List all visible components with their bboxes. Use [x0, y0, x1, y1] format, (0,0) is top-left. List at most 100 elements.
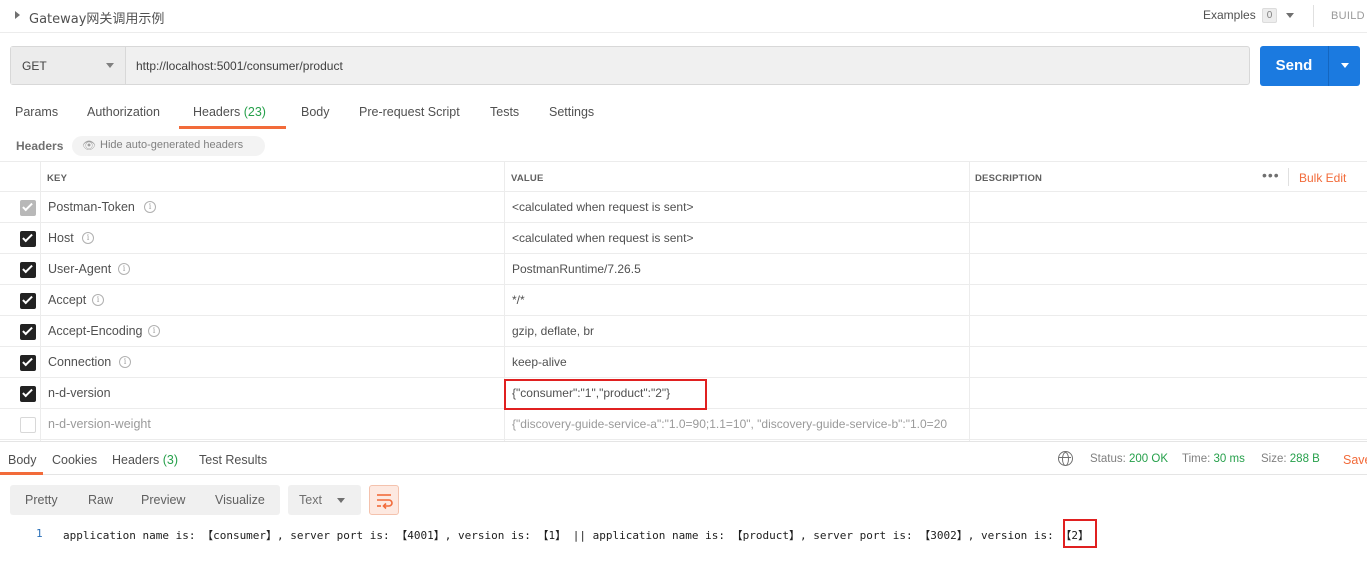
response-tab-body[interactable]: Body: [8, 453, 37, 467]
examples-dropdown-icon[interactable]: [1286, 13, 1294, 18]
row-checkbox[interactable]: [20, 355, 36, 371]
response-tab-headers[interactable]: Headers (3): [112, 453, 178, 467]
response-tab-bar: Body Cookies Headers (3) Test Results St…: [0, 441, 1367, 475]
info-icon[interactable]: i: [144, 201, 156, 213]
hide-auto-headers-label: Hide auto-generated headers: [100, 139, 244, 151]
info-icon[interactable]: i: [92, 294, 104, 306]
tab-headers-label: Headers: [193, 105, 241, 119]
highlight-box: [504, 379, 707, 410]
header-value[interactable]: gzip, deflate, br: [512, 324, 594, 338]
status-readout: Status: 200 OK: [1090, 453, 1168, 465]
send-options-icon[interactable]: [1341, 63, 1349, 68]
active-tab-indicator: [0, 472, 43, 475]
divider: [1313, 5, 1314, 27]
hide-auto-headers-button[interactable]: 👁 Hide auto-generated headers: [72, 136, 265, 156]
header-key[interactable]: Connection: [48, 355, 111, 369]
row-checkbox[interactable]: [20, 231, 36, 247]
format-visualize[interactable]: Visualize: [215, 493, 265, 507]
send-label: Send: [1275, 57, 1313, 74]
method-label: GET: [22, 59, 47, 73]
table-row: User-Agent i PostmanRuntime/7.26.5: [0, 254, 1367, 285]
checkmark-icon: [22, 262, 33, 274]
header-key[interactable]: Host: [48, 231, 74, 245]
checkmark-icon: [22, 200, 33, 212]
send-button[interactable]: Send: [1260, 46, 1360, 86]
table-row: Connection i keep-alive: [0, 347, 1367, 378]
format-preview[interactable]: Preview: [141, 493, 185, 507]
tab-params[interactable]: Params: [15, 105, 58, 119]
status-value: 200 OK: [1129, 453, 1169, 465]
expand-caret-icon[interactable]: [15, 11, 20, 19]
header-key[interactable]: n-d-version-weight: [48, 417, 151, 431]
tab-settings[interactable]: Settings: [549, 105, 594, 119]
checkmark-icon: [22, 293, 33, 305]
header-key[interactable]: Accept-Encoding: [48, 324, 143, 338]
bulk-edit-button[interactable]: Bulk Edit: [1299, 171, 1346, 185]
status-label: Status:: [1090, 453, 1126, 465]
response-body-text[interactable]: application name is: 【consumer】, server …: [63, 527, 1089, 543]
headers-section-label: Headers: [16, 139, 64, 153]
request-header-bar: Gateway网关调用示例 Examples 0 BUILD: [0, 0, 1367, 33]
url-input[interactable]: [136, 59, 1236, 73]
response-tab-cookies[interactable]: Cookies: [52, 453, 97, 467]
info-icon[interactable]: i: [82, 232, 94, 244]
request-title[interactable]: Gateway网关调用示例: [29, 8, 164, 27]
time-readout: Time: 30 ms: [1182, 453, 1245, 465]
column-header-key: KEY: [47, 173, 68, 184]
build-button[interactable]: BUILD: [1331, 10, 1365, 22]
column-header-description: DESCRIPTION: [975, 173, 1043, 184]
tab-authorization[interactable]: Authorization: [87, 105, 160, 119]
row-checkbox[interactable]: [20, 293, 36, 309]
header-value[interactable]: {"discovery-guide-service-a":"1.0=90;1.1…: [512, 417, 962, 431]
time-label: Time:: [1182, 453, 1211, 465]
format-pretty[interactable]: Pretty: [25, 493, 58, 507]
header-key[interactable]: User-Agent: [48, 262, 111, 276]
table-row: Accept-Encoding i gzip, deflate, br: [0, 316, 1367, 347]
info-icon[interactable]: i: [119, 356, 131, 368]
table-row: Accept i */*: [0, 285, 1367, 316]
row-checkbox[interactable]: [20, 417, 36, 433]
language-select[interactable]: Text: [288, 485, 361, 515]
header-value[interactable]: <calculated when request is sent>: [512, 200, 693, 214]
method-select[interactable]: GET: [11, 47, 126, 84]
info-icon[interactable]: i: [148, 325, 160, 337]
row-checkbox[interactable]: [20, 386, 36, 402]
url-bar: GET: [10, 46, 1250, 85]
send-divider: [1328, 46, 1329, 86]
line-number: 1: [36, 527, 43, 540]
response-tab-test-results[interactable]: Test Results: [199, 453, 267, 467]
examples-count-badge: 0: [1262, 8, 1277, 23]
more-options-icon[interactable]: •••: [1262, 167, 1280, 183]
wrap-lines-button[interactable]: [369, 485, 399, 515]
header-key[interactable]: Accept: [48, 293, 86, 307]
row-checkbox[interactable]: [20, 200, 36, 216]
tab-body[interactable]: Body: [301, 105, 330, 119]
row-checkbox[interactable]: [20, 262, 36, 278]
chevron-down-icon: [106, 63, 114, 68]
header-key[interactable]: n-d-version: [48, 386, 111, 400]
checkmark-icon: [22, 231, 33, 243]
save-response-button[interactable]: Save: [1343, 453, 1367, 467]
globe-icon[interactable]: [1058, 451, 1073, 466]
tab-headers[interactable]: Headers (23): [193, 105, 266, 119]
row-checkbox[interactable]: [20, 324, 36, 340]
header-value[interactable]: PostmanRuntime/7.26.5: [512, 262, 641, 276]
format-raw[interactable]: Raw: [88, 493, 113, 507]
divider: [1288, 168, 1289, 186]
examples-label[interactable]: Examples: [1203, 8, 1256, 22]
tab-pre-request-script[interactable]: Pre-request Script: [359, 105, 460, 119]
size-label: Size:: [1261, 453, 1287, 465]
checkmark-icon: [22, 324, 33, 336]
info-icon[interactable]: i: [118, 263, 130, 275]
tab-headers-count: (23): [243, 105, 266, 119]
eye-slash-icon: 👁: [82, 140, 96, 152]
table-row: Postman-Token i <calculated when request…: [0, 192, 1367, 223]
header-value[interactable]: <calculated when request is sent>: [512, 231, 693, 245]
size-readout: Size: 288 B: [1261, 453, 1320, 465]
response-tab-headers-count: (3): [162, 453, 179, 467]
tab-tests[interactable]: Tests: [490, 105, 519, 119]
column-header-value: VALUE: [511, 173, 544, 184]
header-value[interactable]: keep-alive: [512, 355, 567, 369]
header-value[interactable]: */*: [512, 293, 525, 307]
header-key[interactable]: Postman-Token: [48, 200, 135, 214]
